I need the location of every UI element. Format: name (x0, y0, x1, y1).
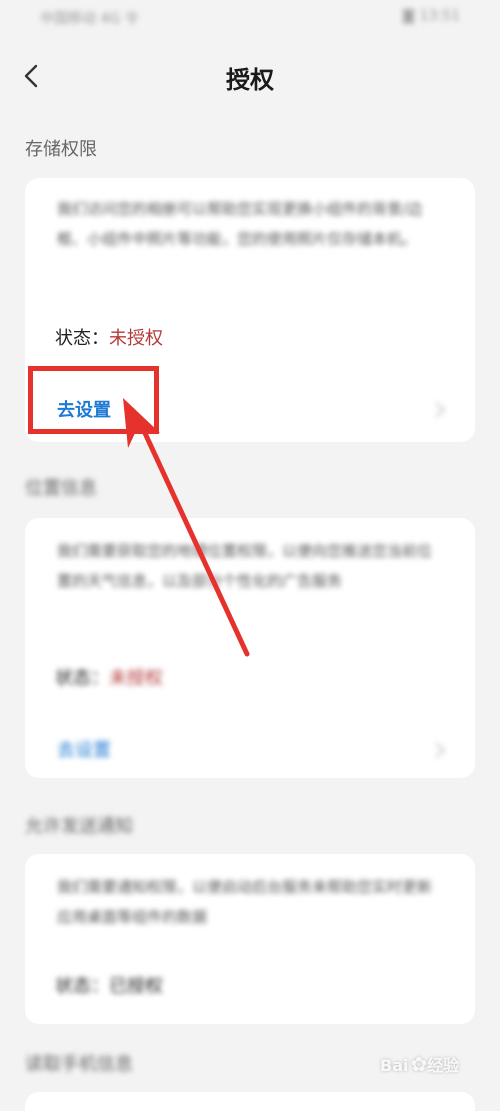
battery-time-text: ◙ 13:51 (401, 8, 460, 24)
watermark-logo: Bai ✿经验 (380, 1052, 460, 1076)
status-row: 状态：未授权 (55, 664, 163, 690)
section-title-location: 位置信息 (25, 478, 97, 499)
go-settings-label: 去设置 (57, 740, 111, 761)
status-label: 状态： (55, 328, 109, 349)
status-bar: 中国移动 4G 令 ◙ 13:51 (0, 0, 500, 40)
annotation-highlight-box (28, 366, 159, 434)
card-description: 我们需要通知权限，以便启动后台服务来帮助您实时更新应用桌面等组件的数据 (57, 878, 433, 926)
card-phone-info (25, 1092, 475, 1111)
status-label: 状态： (55, 668, 109, 689)
chevron-right-icon (435, 402, 446, 418)
page-title: 授权 (226, 66, 274, 94)
card-notifications: 我们需要通知权限，以便启动后台服务来帮助您实时更新应用桌面等组件的数据 状态：已… (25, 854, 475, 1024)
header: 授权 (0, 50, 500, 104)
card-location: 我们需要获取您的地理位置权限，以便向您推送您当前位置的天气信息，以及部分个性化的… (25, 518, 475, 778)
chevron-right-icon (435, 742, 446, 758)
go-settings-button[interactable]: 去设置 (25, 724, 475, 774)
status-value: 已授权 (109, 976, 163, 997)
status-value: 未授权 (109, 668, 163, 689)
section-title-notifications: 允许发送通知 (25, 816, 133, 837)
status-row: 状态：未授权 (55, 324, 163, 350)
status-value: 未授权 (109, 328, 163, 349)
section-title-phone-info: 读取手机信息 (25, 1054, 133, 1075)
card-description: 我们需要获取您的地理位置权限，以便向您推送您当前位置的天气信息，以及部分个性化的… (57, 542, 433, 590)
section-title-storage: 存储权限 (25, 139, 97, 160)
card-description: 我们访问您的相册可以帮助您实现更换小组件的背景/边框、小组件中照片等功能，您的使… (57, 200, 423, 248)
carrier-text: 中国移动 4G 令 (40, 11, 139, 27)
status-row: 状态：已授权 (55, 972, 163, 998)
paw-icon: ✿ (410, 1052, 428, 1076)
status-label: 状态： (55, 976, 109, 997)
